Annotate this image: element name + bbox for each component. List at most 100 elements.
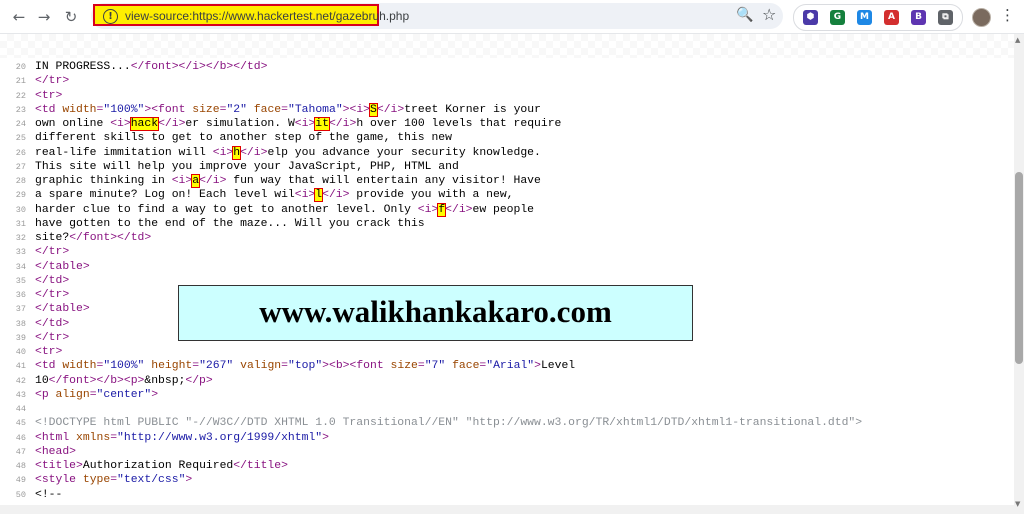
code-token: real-life immitation will bbox=[35, 146, 213, 159]
source-line: 29 a spare minute? Log on! Each level wil… bbox=[0, 188, 1014, 203]
line-number: 26 bbox=[15, 147, 26, 158]
code-token: Authorization Required bbox=[82, 460, 234, 472]
line-number: 44 bbox=[15, 404, 26, 414]
line-code: </tr> bbox=[35, 331, 69, 345]
code-token: <tr> bbox=[35, 346, 63, 358]
line-code: have gotten to the end of the maze... Wi… bbox=[35, 217, 425, 231]
scroll-up-icon[interactable]: ▲ bbox=[1015, 36, 1020, 44]
profile-avatar[interactable] bbox=[972, 8, 991, 27]
menu-icon[interactable]: ⋮ bbox=[1000, 6, 1015, 24]
source-line: 24 own online <i>hack</i>er simulation. W… bbox=[0, 117, 1014, 131]
code-token: </i> bbox=[158, 118, 186, 130]
line-number: 47 bbox=[15, 446, 26, 457]
forward-icon[interactable]: → bbox=[33, 6, 55, 28]
code-token: </i> bbox=[240, 146, 268, 159]
code-token: <!DOCTYPE html PUBLIC "-//W3C//DTD XHTML… bbox=[35, 417, 863, 430]
code-token: "100%" bbox=[103, 360, 145, 373]
line-code: </tr> bbox=[35, 288, 69, 302]
horizontal-scrollbar[interactable] bbox=[0, 505, 1014, 514]
extension-icon[interactable]: M bbox=[857, 10, 872, 25]
back-icon[interactable]: ← bbox=[8, 6, 30, 28]
code-token: </tr> bbox=[35, 75, 70, 88]
extension-icon[interactable]: A bbox=[884, 10, 899, 25]
extension-icon[interactable]: ⧉ bbox=[938, 10, 953, 25]
line-number: 35 bbox=[15, 275, 26, 286]
line-number: 45 bbox=[15, 418, 26, 429]
code-token: <i> bbox=[212, 146, 234, 159]
line-code: a spare minute? Log on! Each level wil<i… bbox=[35, 188, 514, 203]
code-token: align bbox=[55, 388, 90, 401]
code-token: "center" bbox=[96, 388, 152, 401]
code-token: ><font bbox=[144, 103, 193, 116]
line-code: This site will help you improve your Jav… bbox=[35, 160, 459, 174]
code-token: </table> bbox=[35, 303, 90, 316]
line-number: 39 bbox=[15, 332, 26, 343]
code-token: elp you advance your security knowledge. bbox=[267, 146, 541, 159]
code-token: = bbox=[417, 360, 425, 373]
source-line: 32 site?</font></td> bbox=[0, 231, 1014, 245]
code-token: This site will help you improve your Jav… bbox=[35, 160, 459, 173]
code-token: <i> bbox=[294, 189, 316, 202]
source-line: 27 This site will help you improve your J… bbox=[0, 160, 1014, 174]
line-number: 41 bbox=[15, 361, 26, 372]
code-token: "Tahoma" bbox=[287, 103, 343, 116]
url-text[interactable]: view-source:https://www.hackertest.net/g… bbox=[125, 9, 409, 23]
highlighted-letter: it bbox=[314, 117, 330, 131]
code-token: </tr> bbox=[35, 246, 70, 259]
source-line: 50 <!-- bbox=[0, 488, 1014, 502]
source-line: 44 bbox=[0, 402, 1014, 416]
code-token: own online bbox=[35, 118, 111, 130]
code-token: ><i> bbox=[342, 103, 371, 116]
line-code: <html xmlns="http://www.w3.org/1999/xhtm… bbox=[35, 431, 329, 445]
line-code: </tr> bbox=[35, 245, 69, 259]
line-code: graphic thinking in <i>a</i> fun way tha… bbox=[35, 174, 541, 188]
line-code: <head> bbox=[35, 445, 76, 459]
scrollbar-thumb[interactable] bbox=[1015, 172, 1023, 364]
code-token: "100%" bbox=[103, 103, 145, 116]
line-number: 37 bbox=[15, 304, 26, 315]
code-token: fun way that will entertain any visitor!… bbox=[226, 175, 541, 187]
source-line: 42 10</font></b><p>&nbsp;</p> bbox=[0, 374, 1014, 388]
vertical-scrollbar[interactable]: ▲ ▼ bbox=[1014, 34, 1024, 514]
line-number: 38 bbox=[15, 318, 26, 329]
line-code: <tr> bbox=[35, 345, 62, 359]
code-token: xmlns bbox=[76, 431, 111, 444]
code-token: ><b><font bbox=[322, 360, 391, 373]
code-token: <title> bbox=[35, 460, 83, 472]
code-token: </i> bbox=[445, 203, 473, 216]
highlighted-letter: hack bbox=[129, 117, 160, 131]
source-line: 43 <p align="center"> bbox=[0, 388, 1014, 402]
code-token: width bbox=[62, 360, 97, 373]
line-number: 20 bbox=[15, 62, 26, 72]
code-token: </td> bbox=[35, 317, 70, 330]
extension-icon[interactable]: B bbox=[911, 10, 926, 25]
line-number: 23 bbox=[15, 104, 26, 115]
code-token: <p bbox=[35, 388, 56, 401]
line-number: 31 bbox=[15, 218, 26, 229]
page-background-strip bbox=[0, 34, 1014, 58]
line-number: 46 bbox=[15, 432, 26, 443]
line-code: <style type="text/css"> bbox=[35, 473, 192, 487]
source-line: 22 <tr> bbox=[0, 89, 1014, 103]
extension-icon[interactable]: G bbox=[830, 10, 845, 25]
bookmark-star-icon[interactable]: ☆ bbox=[762, 5, 776, 24]
zoom-icon[interactable]: 🔍 bbox=[736, 7, 753, 23]
line-number: 34 bbox=[15, 261, 26, 272]
line-number: 27 bbox=[15, 161, 26, 172]
reload-icon[interactable]: ↻ bbox=[60, 6, 82, 28]
code-token: size bbox=[192, 103, 220, 116]
scroll-down-icon[interactable]: ▼ bbox=[1015, 500, 1020, 508]
extension-icon[interactable]: ⬢ bbox=[803, 10, 818, 25]
line-code: own online <i>hack</i>er simulation. W<i… bbox=[35, 117, 561, 131]
address-bar[interactable]: ! view-source:https://www.hackertest.net… bbox=[91, 3, 783, 29]
code-token: h over 100 levels that require bbox=[356, 118, 562, 130]
source-line: 41 <td width="100%" height="267" valign="… bbox=[0, 359, 1014, 373]
line-code: <p align="center"> bbox=[35, 388, 158, 402]
line-number: 48 bbox=[15, 461, 26, 471]
code-token: </font></i></b></td> bbox=[130, 61, 268, 73]
site-info-icon[interactable]: ! bbox=[103, 9, 118, 24]
line-code: IN PROGRESS...</font></i></b></td> bbox=[35, 60, 267, 74]
code-token: ew people bbox=[472, 203, 535, 216]
line-code: harder clue to find a way to get to anot… bbox=[35, 202, 535, 217]
line-code: <tr> bbox=[35, 89, 62, 103]
